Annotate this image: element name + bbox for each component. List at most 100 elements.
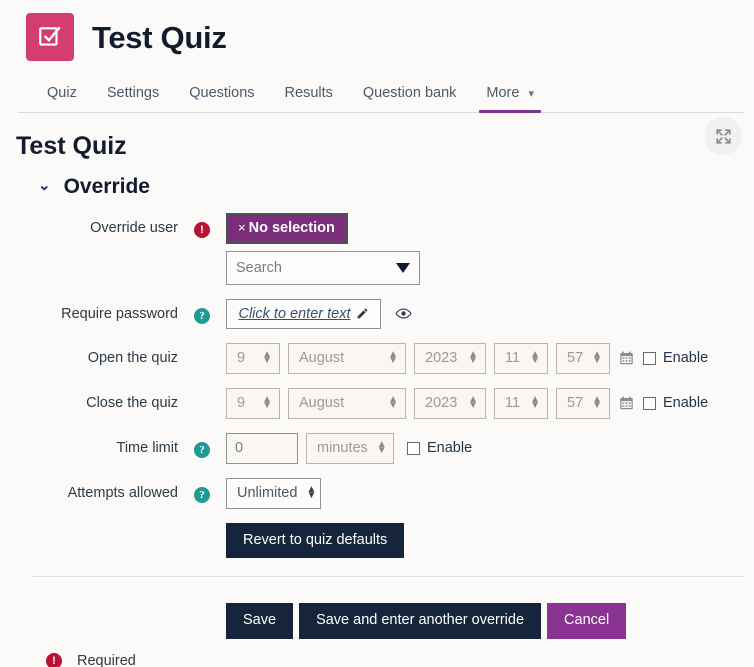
calendar-icon[interactable] — [619, 350, 634, 366]
tab-quiz[interactable]: Quiz — [32, 77, 92, 113]
close-month-select[interactable]: August ▲ ▼ — [288, 387, 406, 419]
attempts-allowed-label: Attempts allowed — [67, 484, 178, 501]
calendar-icon[interactable] — [619, 395, 634, 411]
close-day-select[interactable]: 9 ▲ ▼ — [226, 387, 280, 419]
tab-question-bank[interactable]: Question bank — [348, 77, 472, 113]
close-month-value: August — [299, 395, 345, 412]
field-row-require-password: Require password ? Click to enter text — [16, 298, 754, 329]
close-year-value: 2023 — [425, 395, 458, 412]
stepper-arrows-icon: ▲ ▼ — [468, 393, 478, 412]
time-limit-enable-checkbox[interactable]: Enable — [407, 440, 472, 456]
cancel-button[interactable]: Cancel — [547, 603, 627, 639]
stepper-arrows-icon: ▲ ▼ — [530, 393, 540, 412]
open-year-select[interactable]: 2023 ▲ ▼ — [414, 342, 486, 374]
stepper-arrows-icon: ▲ ▼ — [530, 348, 540, 367]
tab-settings-label: Settings — [106, 85, 160, 101]
checkbox-box[interactable] — [643, 396, 656, 410]
time-limit-help[interactable]: ? — [178, 433, 226, 458]
close-minute-select[interactable]: 57 ▲ ▼ — [556, 387, 610, 419]
time-limit-input[interactable]: 0 — [226, 432, 298, 464]
attempts-allowed-select[interactable]: Unlimited ▲ ▼ — [226, 477, 321, 509]
close-the-quiz-enable-checkbox[interactable]: Enable — [643, 395, 708, 411]
stepper-arrows-icon: ▲ ▼ — [592, 348, 603, 367]
required-icon: ! — [194, 221, 210, 238]
required-note: ! Required — [46, 652, 754, 667]
field-row-attempts-allowed: Attempts allowed ? Unlimited ▲ ▼ — [16, 477, 754, 509]
help-icon[interactable]: ? — [194, 486, 210, 503]
open-month-select[interactable]: August ▲ ▼ — [288, 342, 406, 374]
require-password-value: Click to enter text — [238, 305, 351, 322]
tab-questions[interactable]: Questions — [174, 77, 269, 113]
search-placeholder: Search — [236, 259, 282, 276]
stepper-arrows-icon: ▲ ▼ — [592, 393, 603, 412]
required-icon: ! — [46, 652, 62, 667]
time-limit-unit-select[interactable]: minutes ▲ ▼ — [306, 432, 394, 464]
override-user-selection-tag[interactable]: × No selection — [226, 212, 348, 244]
require-password-help[interactable]: ? — [178, 299, 226, 324]
open-the-quiz-label: Open the quiz — [87, 349, 178, 366]
checkbox-box[interactable] — [643, 351, 656, 365]
selection-tag-label: No selection — [248, 219, 335, 236]
close-icon[interactable]: × — [238, 220, 246, 235]
override-section-title: Override — [63, 174, 150, 198]
nav-tabs: Quiz Settings Questions Results Question… — [0, 77, 754, 113]
tab-results-label: Results — [284, 85, 333, 101]
stepper-arrows-icon: ▲ ▼ — [388, 348, 398, 367]
stepper-arrows-icon: ▲ ▼ — [388, 393, 398, 412]
revert-button-row: Revert to quiz defaults — [226, 522, 754, 559]
close-hour-select[interactable]: 11 ▲ ▼ — [494, 387, 548, 419]
chevron-down-icon: ⌄ — [38, 177, 51, 194]
open-month-value: August — [299, 350, 345, 367]
help-icon[interactable]: ? — [194, 307, 210, 324]
expand-arrows-icon[interactable] — [704, 117, 742, 155]
open-hour-select[interactable]: 11 ▲ ▼ — [494, 342, 548, 374]
stepper-arrows-icon: ▲ ▼ — [468, 348, 478, 367]
open-day-value: 9 — [237, 350, 246, 367]
tab-settings[interactable]: Settings — [92, 77, 174, 113]
open-the-quiz-icon-slot — [178, 343, 226, 350]
save-and-enter-another-override-button[interactable]: Save and enter another override — [299, 603, 542, 639]
revert-to-quiz-defaults-button[interactable]: Revert to quiz defaults — [226, 522, 405, 559]
close-enable-label: Enable — [663, 395, 709, 412]
quiz-override-page: Test Quiz Quiz Settings Questions Result… — [0, 0, 754, 667]
pencil-icon — [357, 308, 367, 319]
page-header: Test Quiz — [0, 0, 754, 61]
time-limit-enable-label: Enable — [427, 440, 473, 457]
main-content: Test Quiz ⌄ Override Override user ! × No… — [0, 113, 754, 667]
override-section-toggle[interactable]: ⌄ Override — [38, 175, 754, 199]
close-the-quiz-icon-slot — [178, 388, 226, 395]
open-hour-value: 11 — [505, 350, 521, 367]
page-title-header: Test Quiz — [92, 19, 227, 55]
stepper-arrows-icon: ▲ ▼ — [306, 483, 317, 502]
page-title: Test Quiz — [16, 132, 127, 160]
attempts-allowed-help[interactable]: ? — [178, 478, 226, 503]
tab-question-bank-label: Question bank — [362, 85, 457, 101]
help-icon[interactable]: ? — [194, 441, 210, 458]
tab-questions-label: Questions — [189, 85, 255, 101]
tab-more[interactable]: More ▾ — [471, 77, 549, 113]
require-password-label: Require password — [61, 305, 178, 322]
tab-quiz-label: Quiz — [47, 85, 77, 101]
close-year-select[interactable]: 2023 ▲ ▼ — [414, 387, 486, 419]
form-divider — [32, 576, 744, 578]
override-user-label: Override user — [90, 219, 178, 236]
caret-down-icon[interactable] — [396, 262, 410, 273]
open-day-select[interactable]: 9 ▲ ▼ — [226, 342, 280, 374]
open-minute-select[interactable]: 57 ▲ ▼ — [556, 342, 610, 374]
close-hour-value: 11 — [505, 395, 521, 412]
attempts-allowed-value: Unlimited — [237, 485, 298, 502]
eye-icon[interactable] — [395, 306, 412, 321]
tab-results[interactable]: Results — [270, 77, 348, 113]
checkbox-box[interactable] — [407, 441, 420, 455]
open-the-quiz-enable-checkbox[interactable]: Enable — [643, 350, 708, 366]
close-the-quiz-label: Close the quiz — [86, 394, 178, 411]
stepper-arrows-icon: ▲ ▼ — [262, 348, 272, 367]
override-user-search-input[interactable]: Search — [226, 250, 420, 285]
chevron-down-icon: ▾ — [528, 88, 535, 100]
open-year-value: 2023 — [425, 350, 458, 367]
save-button[interactable]: Save — [226, 603, 294, 639]
quiz-checkbox-icon — [26, 13, 74, 61]
field-row-close-the-quiz: Close the quiz 9 ▲ ▼ August ▲ ▼ 2023 ▲ ▼ 11… — [16, 387, 754, 419]
open-minute-value: 57 — [567, 350, 584, 367]
require-password-input[interactable]: Click to enter text — [226, 298, 381, 329]
